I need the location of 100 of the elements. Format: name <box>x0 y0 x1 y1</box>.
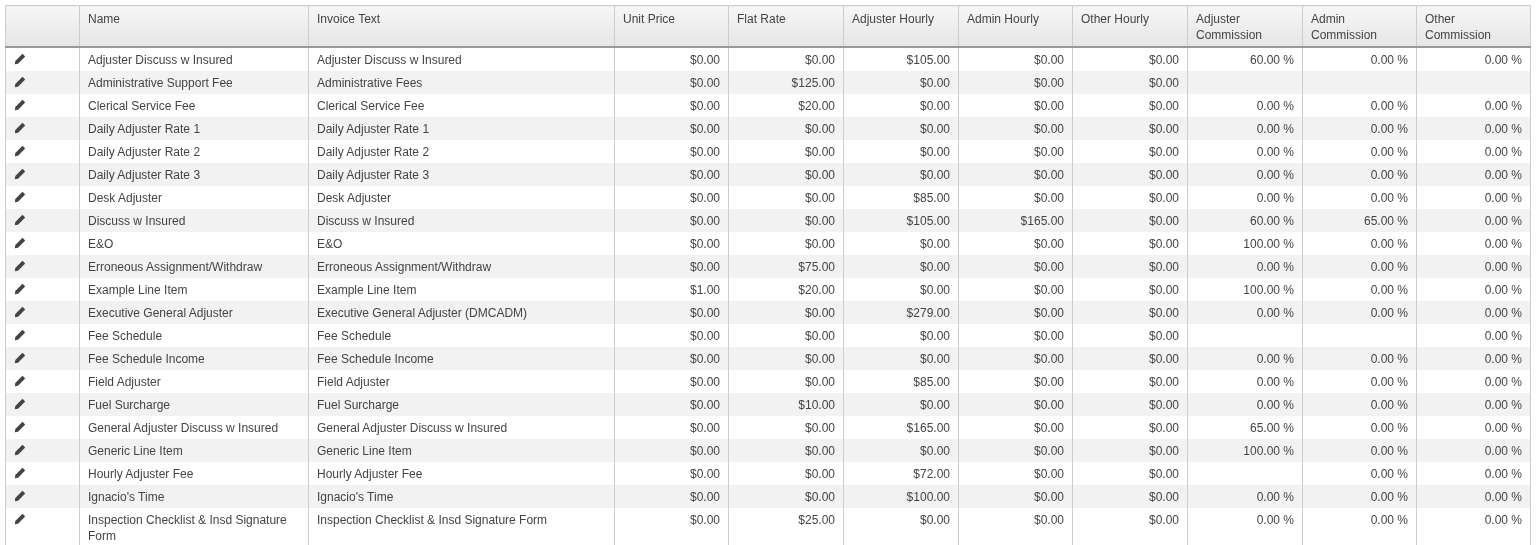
edit-icon[interactable] <box>14 397 26 410</box>
table-cell: $0.00 <box>689 121 720 136</box>
table-cell: $0.00 <box>919 512 950 527</box>
table-cell: $0.00 <box>1033 512 1064 527</box>
column-header[interactable]: Admin Hourly <box>958 5 1073 47</box>
table-cell: 60.00 % <box>1249 52 1294 67</box>
edit-icon[interactable] <box>14 213 26 226</box>
column-header[interactable]: Other Commission <box>1416 5 1531 47</box>
edit-icon[interactable] <box>14 374 26 387</box>
table-cell: Hourly Adjuster Fee <box>317 466 423 481</box>
table-cell: 0.00 % <box>1256 121 1294 136</box>
table-cell: $0.00 <box>689 259 720 274</box>
table-cell: $0.00 <box>689 305 720 320</box>
edit-icon[interactable] <box>14 512 26 525</box>
edit-icon[interactable] <box>14 121 26 134</box>
column-header[interactable]: Adjuster Commission <box>1187 5 1303 47</box>
edit-icon[interactable] <box>14 420 26 433</box>
table-cell: Executive General Adjuster <box>88 305 233 320</box>
table-cell: $105.00 <box>906 213 950 228</box>
table-cell: Fuel Surcharge <box>317 397 400 412</box>
edit-icon[interactable] <box>14 466 26 479</box>
edit-icon[interactable] <box>14 52 26 65</box>
edit-icon[interactable] <box>14 144 26 157</box>
edit-icon[interactable] <box>14 489 26 502</box>
table-cell: 100.00 % <box>1243 236 1294 251</box>
table-cell: 0.00 % <box>1256 167 1294 182</box>
table-cell: $0.00 <box>689 374 720 389</box>
table-cell: $0.00 <box>1148 328 1179 343</box>
table-cell: $0.00 <box>804 466 835 481</box>
table-cell: $0.00 <box>1148 98 1179 113</box>
edit-icon[interactable] <box>14 305 26 318</box>
table-cell: $0.00 <box>689 351 720 366</box>
table-cell: Example Line Item <box>88 282 188 297</box>
table-cell: $0.00 <box>1033 236 1064 251</box>
column-header[interactable]: Name <box>79 5 309 47</box>
edit-icon[interactable] <box>14 259 26 272</box>
column-header[interactable]: Other Hourly <box>1072 5 1188 47</box>
column-header[interactable]: Adjuster Hourly <box>843 5 959 47</box>
table-cell: 0.00 % <box>1370 443 1408 458</box>
table-cell: $0.00 <box>919 121 950 136</box>
table-cell: 0.00 % <box>1484 236 1522 251</box>
table-cell: $0.00 <box>1148 75 1179 90</box>
table-cell: 0.00 % <box>1256 98 1294 113</box>
table-cell: $0.00 <box>804 213 835 228</box>
table-cell: $0.00 <box>919 144 950 159</box>
table-cell: 0.00 % <box>1484 52 1522 67</box>
column-header[interactable]: Unit Price <box>614 5 729 47</box>
edit-icon[interactable] <box>14 282 26 295</box>
table-cell: 0.00 % <box>1370 282 1408 297</box>
table-cell: $0.00 <box>1033 167 1064 182</box>
edit-icon[interactable] <box>14 98 26 111</box>
table-cell: General Adjuster Discuss w Insured <box>317 420 508 435</box>
column-header[interactable]: Admin Commission <box>1302 5 1417 47</box>
table-cell: Administrative Support Fee <box>88 75 233 90</box>
table-cell: $0.00 <box>1033 52 1064 67</box>
table-cell: 0.00 % <box>1484 512 1522 527</box>
table-cell: $0.00 <box>804 190 835 205</box>
table-cell: Field Adjuster <box>317 374 390 389</box>
column-header[interactable]: Flat Rate <box>728 5 844 47</box>
edit-icon[interactable] <box>14 328 26 341</box>
table-cell: $0.00 <box>1148 420 1179 435</box>
edit-icon[interactable] <box>14 351 26 364</box>
edit-icon[interactable] <box>14 190 26 203</box>
edit-icon[interactable] <box>14 443 26 456</box>
table-cell: $0.00 <box>1148 213 1179 228</box>
table-cell: $75.00 <box>798 259 835 274</box>
table-cell: $0.00 <box>1148 52 1179 67</box>
table-cell: $0.00 <box>689 443 720 458</box>
edit-icon[interactable] <box>14 236 26 249</box>
table-cell: $0.00 <box>804 236 835 251</box>
edit-icon[interactable] <box>14 75 26 88</box>
table-cell: $100.00 <box>906 489 950 504</box>
table-cell: 0.00 % <box>1370 167 1408 182</box>
table-cell: Daily Adjuster Rate 2 <box>317 144 430 159</box>
edit-icon[interactable] <box>14 167 26 180</box>
table-cell: 0.00 % <box>1484 351 1522 366</box>
table-cell: Daily Adjuster Rate 3 <box>317 167 430 182</box>
table-cell: Ignacio's Time <box>317 489 394 504</box>
column-header[interactable]: Invoice Text <box>308 5 615 47</box>
table-cell: Discuss w Insured <box>317 213 415 228</box>
table-cell: 0.00 % <box>1256 374 1294 389</box>
table-cell: $20.00 <box>798 282 835 297</box>
table-cell: 0.00 % <box>1370 489 1408 504</box>
table-cell: $0.00 <box>804 489 835 504</box>
table-cell: Fee Schedule <box>317 328 392 343</box>
table-cell: $0.00 <box>689 397 720 412</box>
table-cell: $0.00 <box>1033 98 1064 113</box>
table-cell: Daily Adjuster Rate 3 <box>88 167 201 182</box>
table-cell: $0.00 <box>1148 259 1179 274</box>
table-cell: $0.00 <box>1033 282 1064 297</box>
table-cell: $0.00 <box>1033 144 1064 159</box>
table-cell: $0.00 <box>1148 190 1179 205</box>
table-cell: $0.00 <box>689 328 720 343</box>
table-cell: Discuss w Insured <box>88 213 186 228</box>
table-cell: $0.00 <box>1033 374 1064 389</box>
table-cell: $0.00 <box>1148 282 1179 297</box>
table-cell: 0.00 % <box>1484 213 1522 228</box>
table-cell: $0.00 <box>1148 466 1179 481</box>
table-cell: 100.00 % <box>1243 443 1294 458</box>
table-cell: $0.00 <box>804 351 835 366</box>
